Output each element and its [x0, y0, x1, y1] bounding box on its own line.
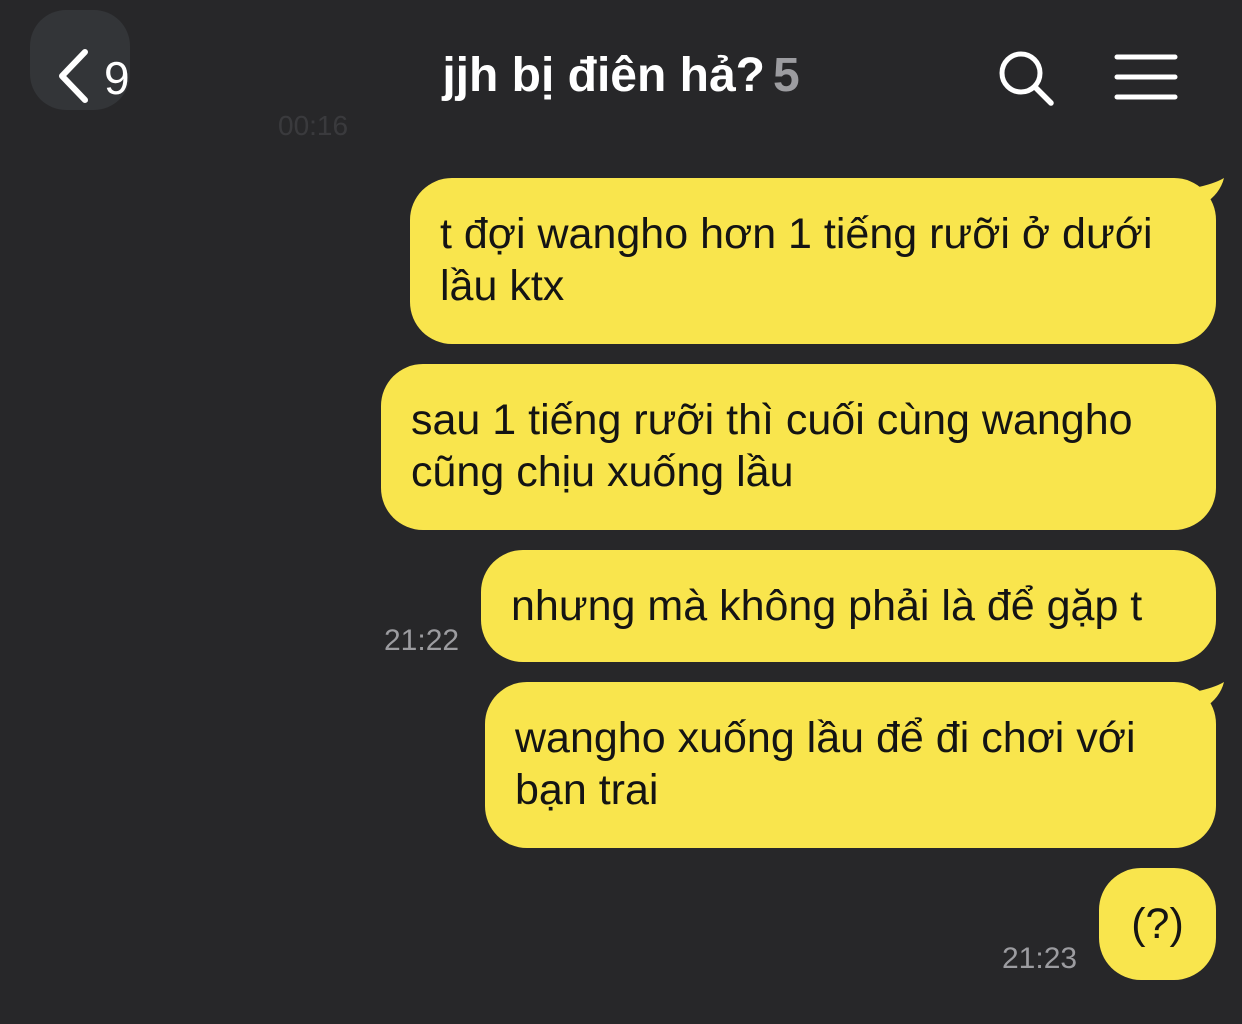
message-bubble[interactable]: sau 1 tiếng rưỡi thì cuối cùng wangho cũ…	[381, 364, 1216, 530]
message-bubble[interactable]: (?)	[1099, 868, 1216, 980]
message-text-line: bạn trai	[515, 766, 659, 814]
message-text-line: nhưng mà không phải là để gặp t	[511, 582, 1143, 630]
hamburger-menu-icon	[1114, 54, 1178, 106]
chat-header: 9 jjh bị điên hả? 5	[0, 0, 1242, 150]
message-text-line: (?)	[1131, 900, 1184, 948]
message-text-line: cũng chịu xuống lầu	[411, 448, 794, 496]
message-text-line: wangho xuống lầu để đi chơi với	[515, 714, 1136, 762]
message-bubble[interactable]: wangho xuống lầu để đi chơi với bạn trai	[485, 682, 1216, 848]
menu-button[interactable]	[1114, 52, 1178, 102]
message-timestamp: 21:23	[1002, 942, 1078, 975]
message-text-line: sau 1 tiếng rưỡi thì cuối cùng wangho	[411, 396, 1133, 444]
chat-room-name: jjh bị điên hả?	[442, 49, 765, 102]
message-timestamp: 21:22	[384, 624, 460, 657]
message-text-line: lầu ktx	[440, 262, 565, 310]
message-bubble[interactable]: nhưng mà không phải là để gặp t	[481, 550, 1216, 662]
message-bubble[interactable]: t đợi wangho hơn 1 tiếng rưỡi ở dưới lầu…	[410, 178, 1216, 344]
member-count: 5	[772, 49, 800, 102]
search-icon	[996, 51, 1056, 112]
search-button[interactable]	[996, 48, 1056, 108]
message-text-line: t đợi wangho hơn 1 tiếng rưỡi ở dưới	[440, 210, 1153, 258]
